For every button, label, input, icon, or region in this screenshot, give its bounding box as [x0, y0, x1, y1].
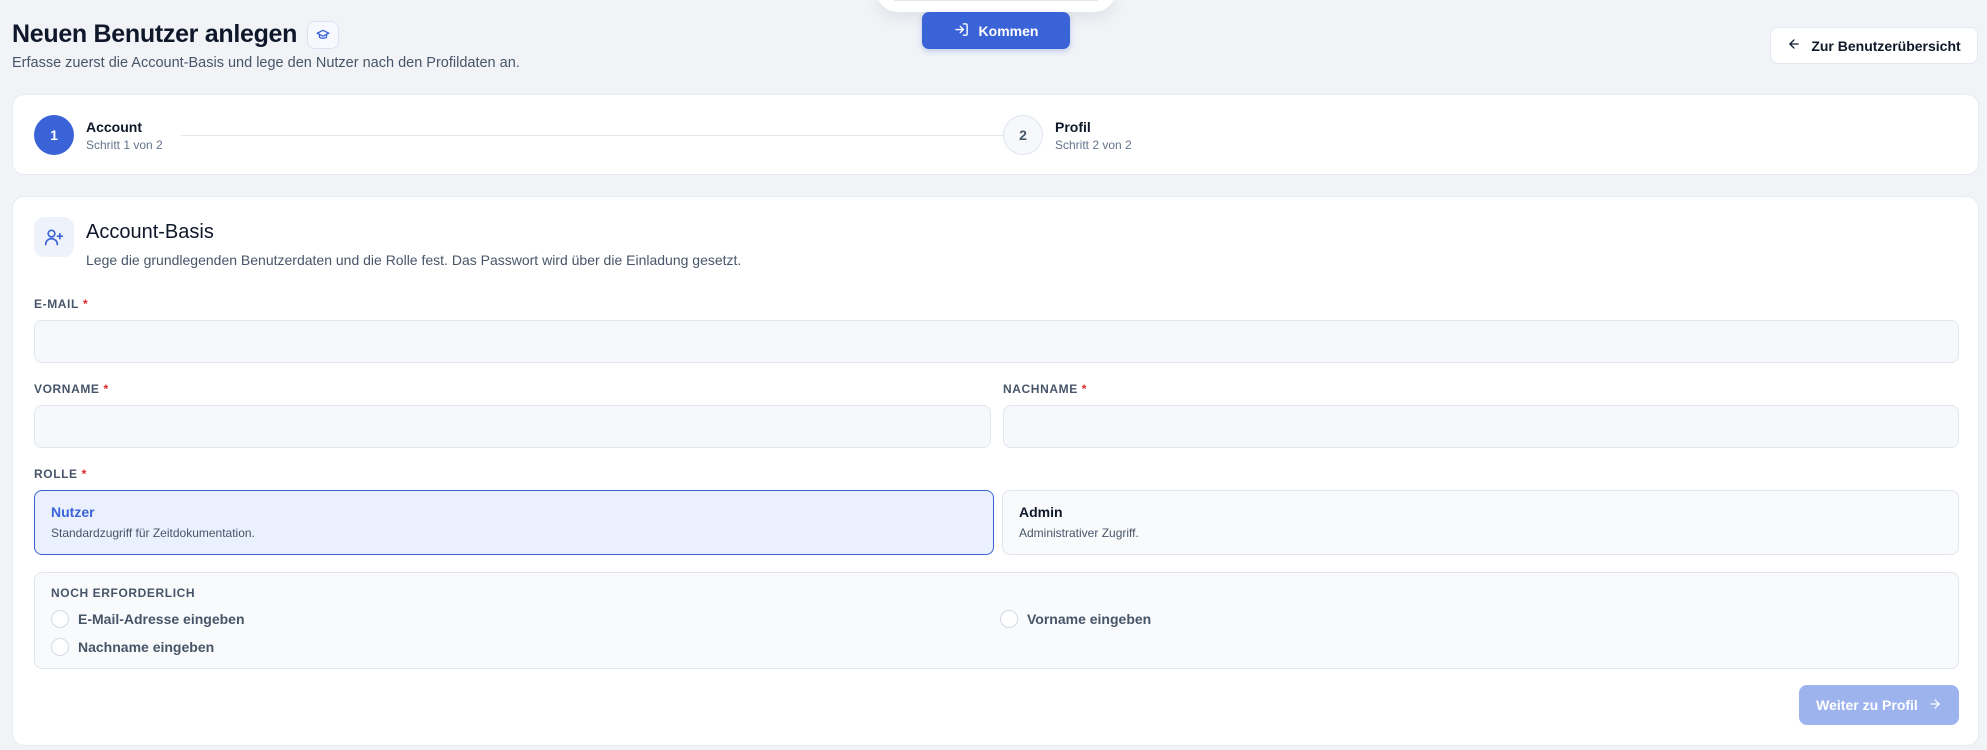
kommen-label: Kommen [978, 22, 1039, 39]
lastname-field[interactable] [1003, 405, 1959, 448]
email-field[interactable] [34, 320, 1959, 363]
role-option-admin[interactable]: Admin Administrativer Zugriff. [1002, 490, 1959, 555]
requirements-box: NOCH ERFORDERLICH E-Mail-Adresse eingebe… [34, 572, 1959, 669]
role-title: Nutzer [51, 504, 95, 520]
step-title: Account [86, 118, 142, 135]
requirement-item: E-Mail-Adresse eingeben [51, 610, 245, 628]
user-plus-icon [34, 217, 74, 257]
sign-in-icon [954, 22, 969, 40]
required-marker: * [1081, 382, 1088, 396]
arrow-right-icon [1928, 697, 1942, 714]
arrow-left-icon [1787, 37, 1801, 54]
firstname-field[interactable] [34, 405, 991, 448]
requirement-item: Nachname eingeben [51, 638, 214, 656]
required-marker: * [81, 467, 87, 481]
circle-icon [51, 610, 69, 628]
graduation-cap-icon [307, 20, 340, 49]
step-account[interactable]: 1 Account Schritt 1 von 2 [34, 115, 163, 155]
back-label: Zur Benutzerübersicht [1811, 37, 1961, 54]
section-title: Account-Basis [86, 221, 214, 243]
email-label: E-MAIL * [34, 297, 89, 311]
stepper-connector [181, 135, 1003, 136]
step-profil[interactable]: 2 Profil Schritt 2 von 2 [1003, 115, 1132, 155]
top-popover [876, 0, 1116, 12]
requirement-item: Vorname eingeben [1000, 610, 1151, 628]
circle-icon [51, 638, 69, 656]
required-marker: * [82, 297, 89, 311]
step-number: 2 [1003, 115, 1043, 155]
page-header: Neuen Benutzer anlegen [12, 20, 340, 49]
role-title: Admin [1019, 504, 1063, 520]
role-description: Administrativer Zugriff. [1019, 526, 1139, 540]
back-to-users-button[interactable]: Zur Benutzerübersicht [1770, 27, 1978, 64]
lastname-label: NACHNAME * [1003, 382, 1088, 396]
role-label: ROLLE * [34, 467, 87, 481]
step-number: 1 [34, 115, 74, 155]
circle-icon [1000, 610, 1018, 628]
kommen-button[interactable]: Kommen [922, 12, 1070, 49]
step-subtitle: Schritt 1 von 2 [86, 137, 163, 152]
page-subtitle: Erfasse zuerst die Account-Basis und leg… [12, 55, 520, 71]
next-to-profile-button[interactable]: Weiter zu Profil [1799, 685, 1959, 725]
step-title: Profil [1055, 118, 1091, 135]
requirements-title: NOCH ERFORDERLICH [51, 586, 196, 600]
stepper: 1 Account Schritt 1 von 2 2 Profil Schri… [12, 94, 1979, 175]
step-subtitle: Schritt 2 von 2 [1055, 137, 1132, 152]
section-description: Lege die grundlegenden Benutzerdaten und… [86, 252, 742, 268]
required-marker: * [103, 382, 109, 396]
account-form-card: Account-Basis Lege die grundlegenden Ben… [12, 196, 1979, 746]
page: Neuen Benutzer anlegen Erfasse zuerst di… [0, 0, 1987, 750]
firstname-label: VORNAME * [34, 382, 109, 396]
next-label: Weiter zu Profil [1816, 697, 1918, 713]
role-option-nutzer[interactable]: Nutzer Standardzugriff für Zeitdokumenta… [34, 490, 994, 555]
role-description: Standardzugriff für Zeitdokumentation. [51, 526, 255, 540]
page-title: Neuen Benutzer anlegen [12, 20, 298, 48]
